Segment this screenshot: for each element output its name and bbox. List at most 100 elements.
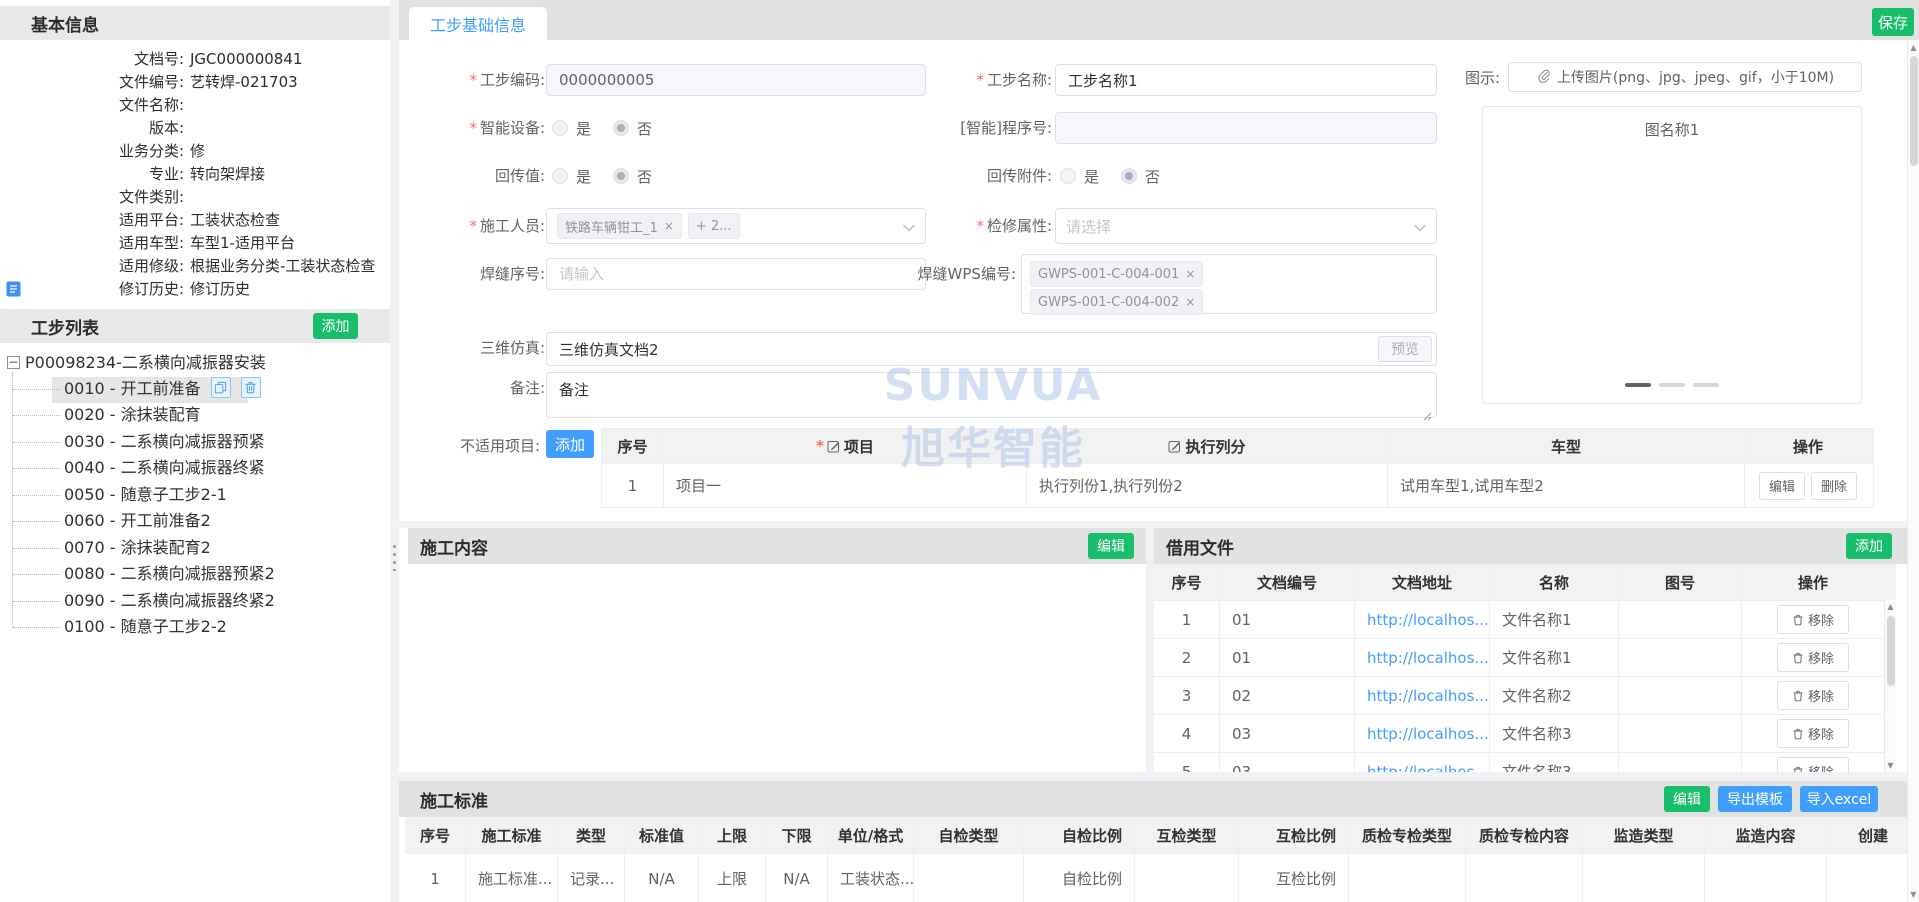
files-panel-title: 借用文件 (1166, 534, 1234, 559)
tree-connector (13, 548, 61, 549)
files-table-row: 1 01 http://localhos... 文件名称1 移除 (1154, 600, 1896, 638)
repair-attr-label: *检修属性: (900, 210, 1052, 242)
tree-item-0050[interactable]: 0050 - 随意子工步2-1 (64, 482, 227, 508)
repair-attr-select[interactable]: 请选择 (1055, 208, 1437, 244)
basic-info-title: 基本信息 (31, 11, 99, 36)
radio-yes[interactable] (552, 168, 568, 184)
chevron-down-icon (1414, 217, 1426, 236)
file-remove-button[interactable]: 移除 (1777, 681, 1849, 710)
file-remove-button[interactable]: 移除 (1777, 643, 1849, 672)
file-url-link[interactable]: http://localhos... (1355, 715, 1490, 752)
files-table: 序号 文档编号 文档地址 名称 图号 操作 1 01 http://localh… (1154, 564, 1896, 772)
revision-doc-icon[interactable] (6, 281, 21, 304)
tree-item-0080[interactable]: 0080 - 二系横向减振器预紧2 (64, 561, 275, 587)
file-url-link[interactable]: http://localhos... (1355, 753, 1490, 772)
tree-connector (13, 521, 61, 522)
edit-column-icon (1168, 439, 1182, 453)
sim-input[interactable] (546, 332, 1437, 366)
basic-info-header: 基本信息 (0, 6, 390, 40)
info-row: 文档号:JGC000000841 (0, 48, 390, 71)
tag-close-icon[interactable]: × (1185, 295, 1195, 309)
files-add-button[interactable]: 添加 (1846, 533, 1892, 559)
standard-panel-header: 施工标准 编辑 导出模板 导入excel (399, 781, 1907, 817)
tree-connector (13, 574, 61, 575)
smart-program-label: [智能]程序号: (900, 112, 1052, 144)
smart-device-label: *智能设备: (385, 112, 545, 144)
radio-no-selected[interactable] (613, 120, 629, 136)
standard-table-row: 1 施工标准... 记录... N/A 上限 N/A 工装状态... 自检比例 … (405, 853, 1907, 902)
return-value-label: 回传值: (385, 160, 545, 192)
file-remove-button[interactable]: 移除 (1777, 757, 1849, 772)
not-applicable-table: 序号 * 项目 执行列分 车型 操作 1 项目一 执行列份1,执行列份2 试用车… (601, 428, 1874, 508)
carousel-dot-active[interactable] (1625, 383, 1651, 387)
tree-item-0020[interactable]: 0020 - 涂抹装配育 (64, 402, 201, 428)
standard-import-button[interactable]: 导入excel (1800, 786, 1878, 812)
step-add-button[interactable]: 添加 (313, 313, 358, 339)
smart-program-input[interactable] (1055, 112, 1437, 144)
weld-wps-multiselect[interactable]: GWPS-001-C-004-001× GWPS-001-C-004-002× (1021, 254, 1437, 314)
tree-item-0060[interactable]: 0060 - 开工前准备2 (64, 508, 211, 534)
tree-collapse-toggle[interactable]: − (7, 356, 20, 369)
info-row-revision: 修订历史:修订历史 (0, 278, 390, 301)
illustration-preview-box: 图名称1 (1482, 106, 1862, 404)
tree-root-node[interactable]: P00098234-二系横向减振器安装 (25, 350, 266, 376)
tree-connector (13, 495, 61, 496)
tree-item-0100[interactable]: 0100 - 随意子工步2-2 (64, 614, 227, 640)
row-edit-button[interactable]: 编辑 (1759, 472, 1805, 500)
resize-handle-icon[interactable] (1422, 406, 1432, 425)
file-url-link[interactable]: http://localhos... (1355, 601, 1490, 638)
remark-textarea[interactable]: 备注 (546, 372, 1437, 418)
copy-icon[interactable] (211, 377, 231, 398)
file-remove-button[interactable]: 移除 (1777, 719, 1849, 748)
tree-item-0040[interactable]: 0040 - 二系横向减振器终紧 (64, 455, 265, 481)
scroll-up-icon[interactable]: ▲ (1908, 43, 1919, 52)
radio-no-selected[interactable] (613, 168, 629, 184)
workers-multiselect[interactable]: 铁路车辆钳工_1× + 2... (546, 208, 926, 244)
tag-close-icon[interactable]: × (1185, 267, 1195, 281)
tree-item-0030[interactable]: 0030 - 二系横向减振器预紧 (64, 429, 265, 455)
scrollbar-thumb[interactable] (1910, 56, 1918, 166)
scroll-down-icon[interactable]: ▼ (1885, 761, 1896, 770)
step-name-input[interactable] (1055, 64, 1437, 96)
carousel-dot[interactable] (1693, 383, 1719, 387)
standard-export-button[interactable]: 导出模板 (1718, 786, 1792, 812)
edit-column-icon (827, 439, 841, 453)
worker-more-tag[interactable]: + 2... (688, 213, 740, 239)
app-root: 基本信息 文档号:JGC000000841 文件编号:艺转焊-021703 文件… (0, 0, 1919, 902)
info-row: 适用车型:车型1-适用平台 (0, 232, 390, 255)
content-edit-button[interactable]: 编辑 (1088, 533, 1134, 559)
radio-yes[interactable] (552, 120, 568, 136)
tree-item-0090[interactable]: 0090 - 二系横向减振器终紧2 (64, 588, 275, 614)
info-row: 专业:转向架焊接 (0, 163, 390, 186)
radio-no-selected[interactable] (1121, 168, 1137, 184)
info-row: 业务分类:修 (0, 140, 390, 163)
illustration-label: 图示: (1420, 62, 1500, 94)
step-code-input[interactable] (546, 64, 926, 96)
carousel-dot[interactable] (1659, 383, 1685, 387)
scroll-down-icon[interactable]: ▼ (1908, 890, 1919, 899)
upload-image-button[interactable]: 上传图片(png、jpg、jpeg、gif，小于10M) (1508, 62, 1862, 92)
tag-close-icon[interactable]: × (664, 219, 674, 233)
save-button[interactable]: 保存 (1872, 8, 1914, 36)
tree-item-0010[interactable]: 0010 - 开工前准备 (64, 376, 261, 402)
file-remove-button[interactable]: 移除 (1777, 605, 1849, 634)
scroll-up-icon[interactable]: ▲ (1885, 602, 1896, 611)
smart-device-radios: 是 否 (552, 112, 652, 144)
main-scrollbar[interactable]: ▲ ▼ (1907, 40, 1919, 902)
step-list-title: 工步列表 (31, 314, 99, 339)
radio-yes[interactable] (1060, 168, 1076, 184)
file-url-link[interactable]: http://localhos... (1355, 639, 1490, 676)
sim-preview-button[interactable]: 预览 (1378, 336, 1432, 362)
revision-link[interactable]: 修订历史 (190, 280, 250, 298)
workers-label: *施工人员: (385, 210, 545, 242)
trash-icon[interactable] (241, 377, 261, 398)
file-url-link[interactable]: http://localhos... (1355, 677, 1490, 714)
standard-edit-button[interactable]: 编辑 (1664, 786, 1710, 812)
scrollbar-thumb[interactable] (1887, 616, 1895, 686)
tree-item-0070[interactable]: 0070 - 涂抹装配育2 (64, 535, 211, 561)
row-delete-button[interactable]: 删除 (1811, 472, 1857, 500)
step-name-label: *工步名称: (900, 64, 1052, 96)
tab-step-basic-info[interactable]: 工步基础信息 (408, 6, 548, 40)
not-applicable-add-button[interactable]: 添加 (546, 430, 594, 458)
files-scrollbar[interactable]: ▲ ▼ (1884, 600, 1896, 772)
